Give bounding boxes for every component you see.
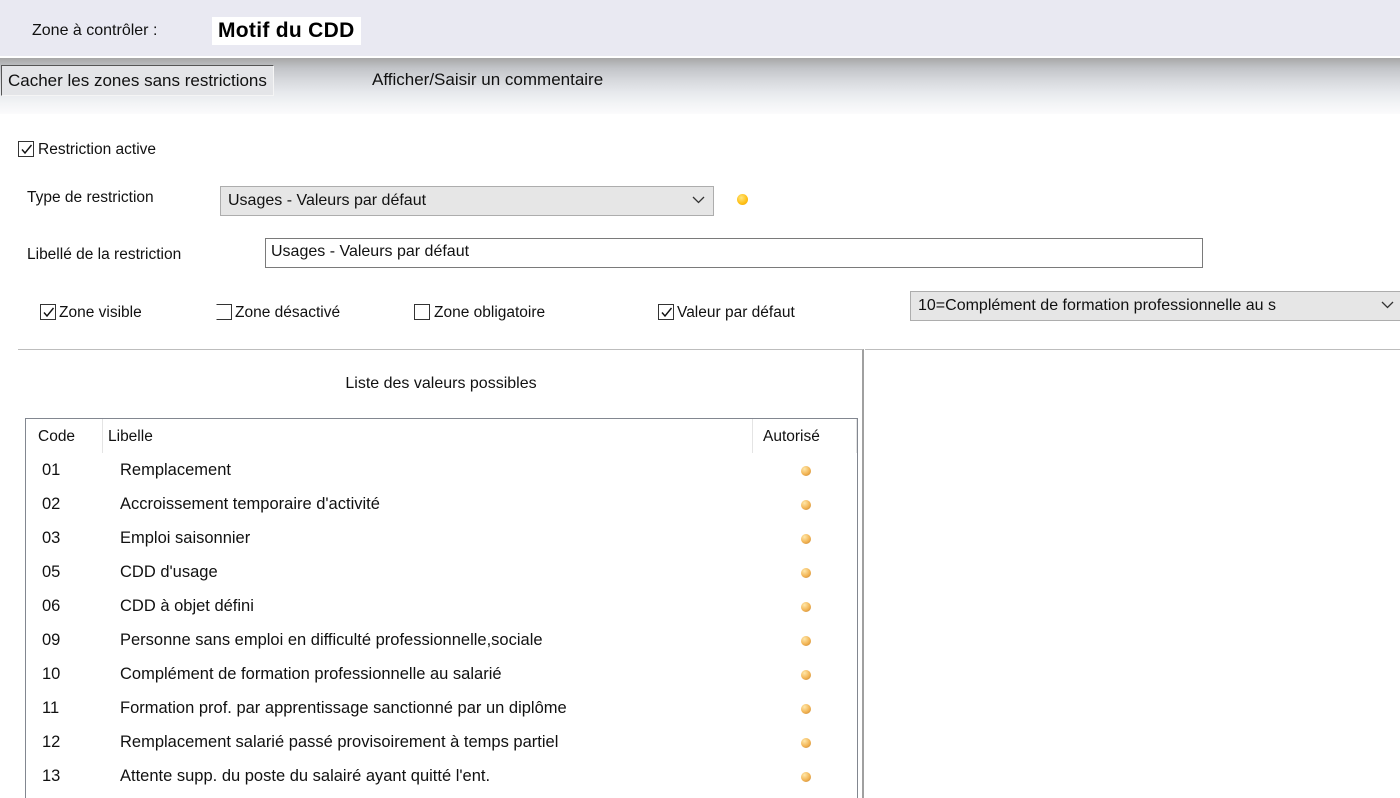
libelle-restriction-input[interactable]: Usages - Valeurs par défaut [265, 238, 1203, 268]
zone-desactive-label: Zone désactivé [235, 304, 341, 321]
table-row[interactable]: 10 Complément de formation professionnel… [26, 657, 857, 691]
zone-obligatoire-checkbox[interactable] [414, 304, 430, 320]
table-row[interactable]: 03 Emploi saisonnier [26, 521, 857, 555]
autorise-dot-icon[interactable] [801, 670, 811, 680]
column-header-code[interactable]: Code [26, 419, 103, 453]
comment-button[interactable]: Afficher/Saisir un commentaire [366, 65, 609, 94]
chevron-down-icon [1381, 301, 1394, 309]
row-code: 12 [42, 733, 61, 751]
row-code: 03 [42, 529, 61, 547]
valeur-defaut-select[interactable]: 10=Complément de formation professionnel… [910, 291, 1400, 321]
row-libelle: Remplacement [120, 461, 231, 479]
zone-label: Zone à contrôler : [32, 22, 158, 39]
row-libelle: CDD à objet défini [120, 597, 254, 615]
type-restriction-label: Type de restriction [27, 189, 154, 206]
valeur-defaut-value: 10=Complément de formation professionnel… [918, 297, 1276, 314]
autorise-dot-icon[interactable] [801, 602, 811, 612]
zone-visible-checkbox[interactable] [40, 304, 56, 320]
values-list-title: Liste des valeurs possibles [345, 375, 537, 392]
zone-obligatoire-label: Zone obligatoire [434, 304, 546, 321]
row-code: 09 [42, 631, 61, 649]
row-code: 11 [42, 699, 60, 717]
restriction-active-label: Restriction active [38, 141, 157, 158]
right-panel [865, 349, 1400, 798]
autorise-dot-icon[interactable] [801, 466, 811, 476]
table-row[interactable]: 11 Formation prof. par apprentissage san… [26, 691, 857, 725]
zone-header: Zone à contrôler : Motif du CDD [0, 0, 1400, 56]
table-row[interactable]: 06 CDD à objet défini [26, 589, 857, 623]
column-header-autorise[interactable]: Autorisé [753, 419, 857, 453]
check-icon [43, 307, 55, 318]
row-libelle: Emploi saisonnier [120, 529, 251, 547]
zone-value: Motif du CDD [212, 17, 361, 45]
row-code: 05 [42, 563, 61, 581]
row-code: 06 [42, 597, 61, 615]
values-list[interactable]: Code Libelle Autorisé 01 Remplacement 02… [25, 418, 858, 798]
row-libelle: Complément de formation professionnelle … [120, 665, 502, 683]
chevron-down-icon [692, 196, 705, 204]
autorise-dot-icon[interactable] [801, 772, 811, 782]
row-libelle: Personne sans emploi en difficulté profe… [120, 631, 543, 649]
zone-visible-label: Zone visible [59, 304, 142, 321]
check-icon [21, 144, 33, 155]
column-header-libelle[interactable]: Libelle [103, 419, 753, 453]
valeur-defaut-checkbox[interactable] [658, 304, 674, 320]
status-dot-icon [737, 194, 748, 205]
check-icon [661, 307, 673, 318]
table-row[interactable]: 13 Attente supp. du poste du salairé aya… [26, 759, 857, 793]
autorise-dot-icon[interactable] [801, 636, 811, 646]
autorise-dot-icon[interactable] [801, 704, 811, 714]
row-libelle: CDD d'usage [120, 563, 218, 581]
row-libelle: Formation prof. par apprentissage sancti… [120, 699, 567, 717]
row-libelle: Remplacement salarié passé provisoiremen… [120, 733, 559, 751]
libelle-restriction-label: Libellé de la restriction [27, 246, 182, 263]
row-libelle: Accroissement temporaire d'activité [120, 495, 380, 513]
autorise-dot-icon[interactable] [801, 738, 811, 748]
valeur-defaut-label: Valeur par défaut [677, 304, 795, 321]
restriction-active-checkbox[interactable] [18, 141, 34, 157]
row-code: 10 [42, 665, 61, 683]
table-row[interactable]: 01 Remplacement [26, 453, 857, 487]
libelle-restriction-value: Usages - Valeurs par défaut [271, 243, 470, 260]
autorise-dot-icon[interactable] [801, 500, 811, 510]
table-row[interactable]: 05 CDD d'usage [26, 555, 857, 589]
type-restriction-value: Usages - Valeurs par défaut [228, 192, 427, 209]
toolbar: Cacher les zones sans restrictions Affic… [0, 58, 1400, 114]
row-code: 01 [42, 461, 61, 479]
app-window: Zone à contrôler : Motif du CDD Cacher l… [0, 0, 1400, 798]
autorise-dot-icon[interactable] [801, 534, 811, 544]
table-row[interactable]: 09 Personne sans emploi en difficulté pr… [26, 623, 857, 657]
row-code: 13 [42, 767, 61, 785]
row-code: 02 [42, 495, 61, 513]
autorise-dot-icon[interactable] [801, 568, 811, 578]
zone-desactive-checkbox[interactable] [216, 304, 232, 320]
table-row[interactable]: 02 Accroissement temporaire d'activité [26, 487, 857, 521]
table-row[interactable]: 12 Remplacement salarié passé provisoire… [26, 725, 857, 759]
hide-zones-button[interactable]: Cacher les zones sans restrictions [1, 65, 274, 96]
type-restriction-select[interactable]: Usages - Valeurs par défaut [220, 186, 714, 216]
row-libelle: Attente supp. du poste du salairé ayant … [120, 767, 491, 785]
